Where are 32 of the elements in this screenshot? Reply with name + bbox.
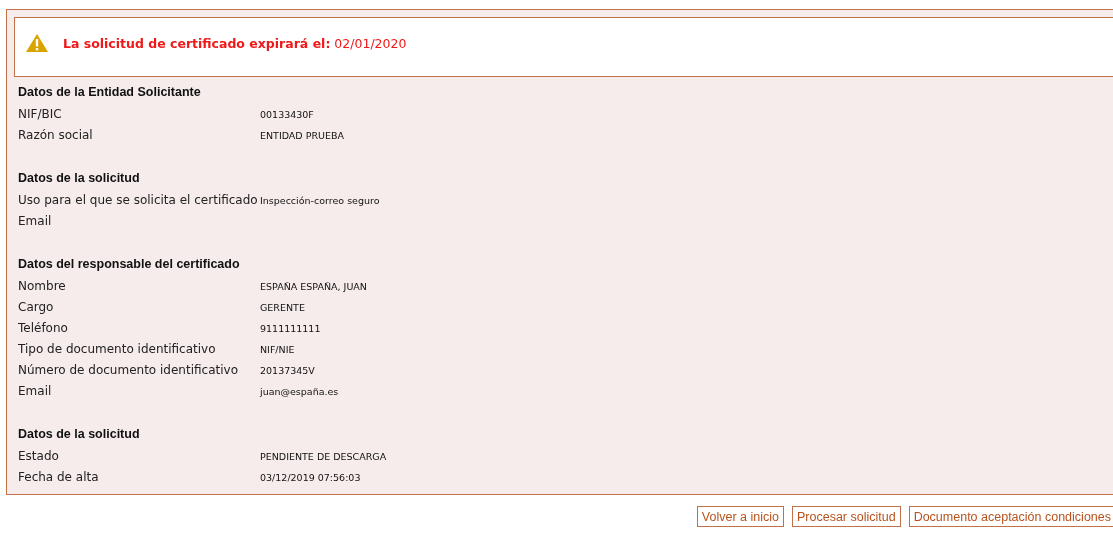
warning-icon [25,33,49,53]
field-value: juan@españa.es [260,386,339,397]
action-button[interactable]: Volver a inicio [696,506,784,527]
field-value: PENDIENTE DE DESCARGA [260,451,387,462]
field-value: Inspección-correo seguro [260,195,380,206]
field-value: 00133430F [260,109,314,120]
field-label: Tipo de documento identificativo [18,343,217,356]
section-heading: Datos de la solicitud [18,426,141,443]
alert-message: La solicitud de certificado expirará el: 02/01/2020 [63,35,407,51]
section-heading: Datos de la Entidad Solicitante [18,84,202,101]
field-value: 03/12/2019 07:56:03 [260,472,361,483]
field-label: Cargo [18,301,55,314]
field-label: Email [18,215,53,228]
field-label: NIF/BIC [18,108,63,121]
field-value: GERENTE [260,302,305,313]
field-label: Uso para el que se solicita el certificado [18,194,259,207]
action-button[interactable]: Procesar solicitud [792,506,901,527]
field-value: 20137345V [260,365,315,376]
field-label: Estado [18,450,60,463]
field-value: ENTIDAD PRUEBA [260,130,344,141]
field-label: Email [18,385,53,398]
field-label: Fecha de alta [18,471,100,484]
field-label: Razón social [18,129,94,142]
section-heading: Datos de la solicitud [18,170,141,187]
field-value: ESPAÑA ESPAÑA, JUAN [260,281,367,292]
field-label: Nombre [18,280,67,293]
field-value: 9111111111 [260,323,321,334]
field-value: NIF/NIE [260,344,295,355]
field-label: Teléfono [18,322,69,335]
section-heading: Datos del responsable del certificado [18,256,241,273]
action-button[interactable]: Documento aceptación condiciones [908,506,1113,527]
field-label: Número de documento identificativo [18,364,239,377]
